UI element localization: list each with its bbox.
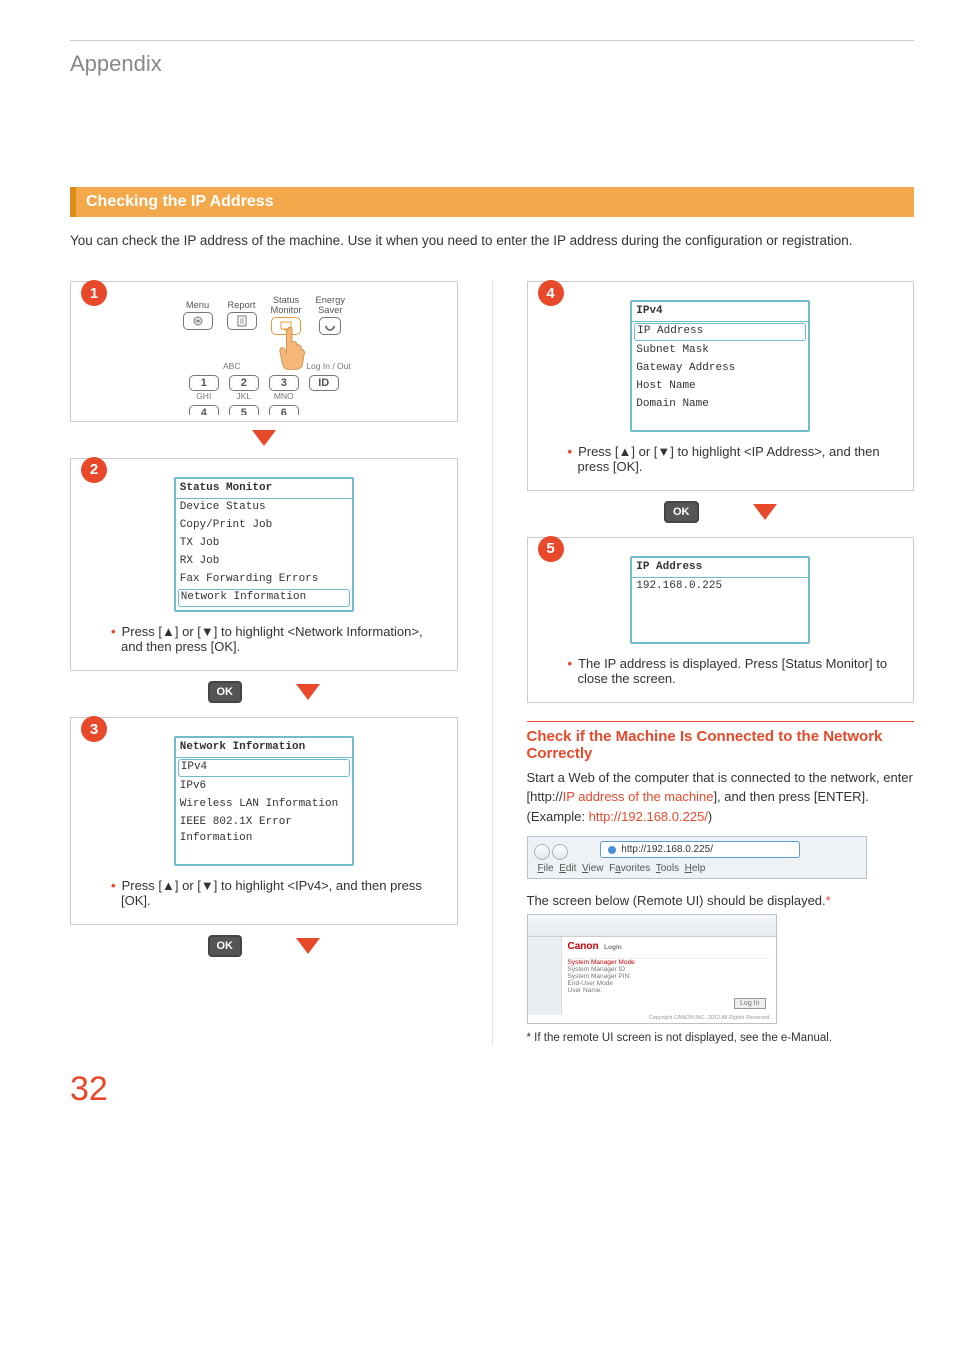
remote-ui-copyright: Copyright CANON INC. 2012 All Rights Res… — [649, 1015, 770, 1021]
step-number-2: 2 — [81, 457, 107, 483]
remote-ui-item: System Manager PIN: — [568, 973, 770, 980]
keypad-5: 5 — [229, 405, 259, 415]
remote-ui-login-label: Login — [604, 944, 622, 951]
lcd-row: Host Name — [632, 378, 808, 396]
lcd-ip-address: IP Address 192.168.0.225 — [630, 556, 810, 644]
ok-button-icon: OK — [208, 681, 243, 703]
keypad-4: 4 — [189, 405, 219, 415]
panel-sub-jkl: JKL — [229, 391, 259, 401]
remote-ui-brand: Canon — [568, 941, 599, 952]
keypad-1: 1 — [189, 375, 219, 391]
lcd-title: IPv4 — [632, 304, 808, 322]
step-number-1: 1 — [81, 280, 107, 306]
browser-menu: File Edit View Favorites Tools Help — [534, 863, 860, 874]
section-heading: Checking the IP Address — [70, 187, 914, 217]
panel-label-menu: Menu — [186, 301, 209, 310]
step-number-5: 5 — [538, 536, 564, 562]
page-number: 32 — [70, 1070, 914, 1109]
ok-button-icon: OK — [664, 501, 699, 523]
step-3-note: Press [▲] or [▼] to highlight <IPv4>, an… — [85, 878, 443, 908]
step-2-note: Press [▲] or [▼] to highlight <Network I… — [85, 624, 443, 654]
lcd-row: IEEE 802.1X Error Information — [176, 814, 352, 848]
lcd-row: Device Status — [176, 499, 352, 517]
step-5: 5 IP Address 192.168.0.225 The IP addres… — [527, 537, 915, 703]
lcd-ipv4: IPv4 IP Address Subnet Mask Gateway Addr… — [630, 300, 810, 432]
lcd-row-selected: IPv4 — [178, 759, 350, 777]
page-title: Appendix — [70, 51, 914, 77]
lcd-row: Copy/Print Job — [176, 517, 352, 535]
panel-sub-abc: ABC — [217, 361, 247, 371]
check-ip-phrase: IP address of the machine — [563, 789, 714, 804]
lcd-title: Status Monitor — [176, 481, 352, 499]
lcd-row: RX Job — [176, 553, 352, 571]
report-button-icon — [227, 312, 257, 330]
lcd-row: Domain Name — [632, 396, 808, 414]
ok-button-icon: OK — [208, 935, 243, 957]
step-number-3: 3 — [81, 716, 107, 742]
lcd-row: Fax Forwarding Errors — [176, 571, 352, 589]
remote-ui-item: User Name: — [568, 987, 770, 994]
panel-label-status2: Monitor — [271, 306, 302, 315]
remote-ui-item: System Manager Mode — [568, 959, 770, 966]
globe-icon — [607, 845, 617, 855]
keypad-id: ID — [309, 375, 339, 391]
lcd-row: TX Job — [176, 535, 352, 553]
browser-back-icon — [534, 844, 550, 860]
panel-sub-mno: MNO — [269, 391, 299, 401]
lcd-row: IPv6 — [176, 778, 352, 796]
check-body-c: ) — [708, 809, 712, 824]
browser-addressbar-illustration: http://192.168.0.225/ File Edit View Fav… — [527, 836, 867, 879]
footnote: * If the remote UI screen is not display… — [527, 1032, 915, 1044]
step-4-note: Press [▲] or [▼] to highlight <IP Addres… — [542, 444, 900, 474]
lcd-ip-value: 192.168.0.225 — [632, 578, 808, 596]
lcd-row-selected: Network Information — [178, 589, 350, 607]
check-example-url: http://192.168.0.225/ — [589, 809, 708, 824]
step-number-4: 4 — [538, 280, 564, 306]
remote-ui-caption: The screen below (Remote UI) should be d… — [527, 893, 915, 908]
arrow-down-icon — [296, 938, 320, 954]
arrow-down-icon — [296, 684, 320, 700]
remote-ui-item: End-User Mode — [568, 980, 770, 987]
menu-button-icon — [183, 312, 213, 330]
panel-sub-ghi: GHI — [189, 391, 219, 401]
intro-text: You can check the IP address of the mach… — [70, 231, 914, 251]
remote-ui-caption-text: The screen below (Remote UI) should be d… — [527, 893, 826, 908]
lcd-row: Subnet Mask — [632, 342, 808, 360]
arrow-down-icon — [753, 504, 777, 520]
panel-label-energy2: Saver — [318, 306, 342, 315]
control-panel-illustration: Menu Report StatusMonitor EnergySaver AB… — [164, 296, 364, 415]
lcd-network-info: Network Information IPv4 IPv6 Wireless L… — [174, 736, 354, 866]
keypad-6: 6 — [269, 405, 299, 415]
remote-ui-item: System Manager ID: — [568, 966, 770, 973]
remote-ui-login-button: Log In — [734, 998, 765, 1009]
energy-saver-button-icon — [319, 317, 341, 335]
keypad-3: 3 — [269, 375, 299, 391]
lcd-row: Wireless LAN Information — [176, 796, 352, 814]
check-heading: Check if the Machine Is Connected to the… — [527, 721, 915, 762]
lcd-status-monitor: Status Monitor Device Status Copy/Print … — [174, 477, 354, 613]
browser-forward-icon — [552, 844, 568, 860]
browser-url-text: http://192.168.0.225/ — [621, 844, 713, 855]
pointing-hand-icon — [272, 322, 312, 374]
lcd-title: Network Information — [176, 740, 352, 758]
step-1: 1 Menu Report StatusMonitor EnergySaver … — [70, 281, 458, 422]
keypad-2: 2 — [229, 375, 259, 391]
step-5-note: The IP address is displayed. Press [Stat… — [542, 656, 900, 686]
lcd-title: IP Address — [632, 560, 808, 578]
star-icon: * — [826, 893, 831, 908]
browser-url-box: http://192.168.0.225/ — [600, 841, 800, 858]
step-4: 4 IPv4 IP Address Subnet Mask Gateway Ad… — [527, 281, 915, 491]
lcd-row: Gateway Address — [632, 360, 808, 378]
panel-label-report: Report — [228, 301, 256, 310]
lcd-row-selected: IP Address — [634, 323, 806, 341]
arrow-down-icon — [252, 430, 276, 446]
check-body: Start a Web of the computer that is conn… — [527, 768, 915, 827]
step-3: 3 Network Information IPv4 IPv6 Wireless… — [70, 717, 458, 925]
remote-ui-illustration: Canon Login System Manager Mode System M… — [527, 914, 777, 1024]
step-2: 2 Status Monitor Device Status Copy/Prin… — [70, 458, 458, 672]
